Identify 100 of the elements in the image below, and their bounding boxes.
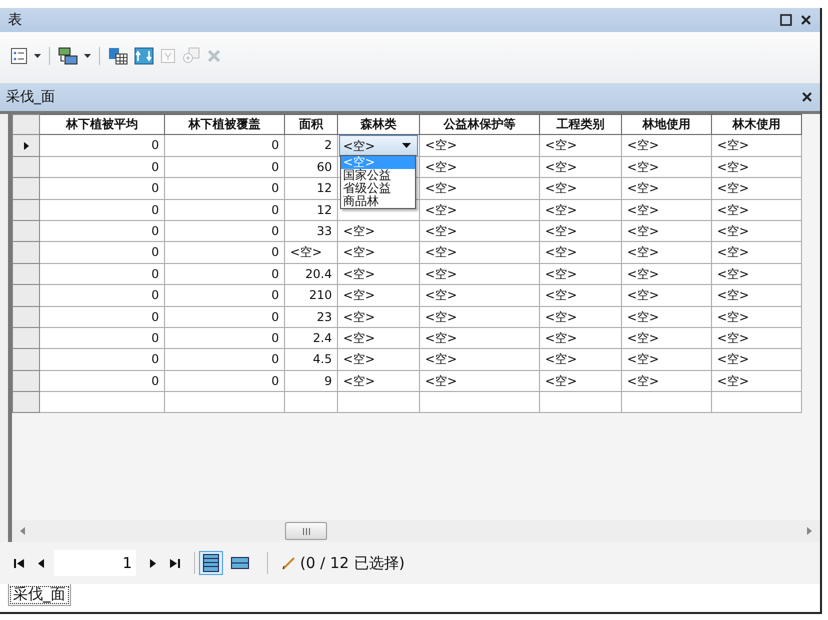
table-cell: <空> <box>420 264 540 286</box>
table-cell: 0 <box>165 178 285 200</box>
caret-icon <box>402 143 411 148</box>
table-cell: <空> <box>540 220 622 242</box>
row-header[interactable] <box>12 135 40 157</box>
table-cell: <空> <box>622 285 712 307</box>
table-cell: <空> <box>420 328 540 350</box>
column-header[interactable]: 公益林保护等 <box>420 114 540 136</box>
table-cell: <空> <box>420 156 540 178</box>
table-cell: 0 <box>40 242 165 264</box>
table-cell: <空> <box>540 156 622 178</box>
table-cell: 0 <box>40 328 165 350</box>
column-header[interactable]: 林下植被覆盖 <box>165 114 285 136</box>
table-cell: 0 <box>40 220 165 242</box>
table-cell: <空> <box>420 178 540 200</box>
table-cell: <空> <box>622 306 712 328</box>
table-cell: 0 <box>165 156 285 178</box>
table-cell: <空> <box>338 220 420 242</box>
table-cell: <空> <box>622 370 712 392</box>
table-cell: 12 <box>285 178 338 200</box>
table-cell: 0 <box>40 370 165 392</box>
table-cell: <空> <box>540 178 622 200</box>
table-cell: 0 <box>40 200 165 221</box>
table-cell: <空> <box>338 242 420 264</box>
table-cell: <空> <box>712 306 802 328</box>
selection-status: (0 / 12 已选择) <box>300 554 405 572</box>
table-cell: <空> <box>338 328 420 350</box>
dropdown-option[interactable]: 国家公益 <box>341 169 415 182</box>
related-tables-icon[interactable] <box>58 47 78 65</box>
dropdown[interactable]: <空> <box>339 135 418 156</box>
table-cell: <空> <box>540 370 622 392</box>
column-header[interactable]: 林木使用 <box>712 114 802 136</box>
column-header[interactable]: 工程类别 <box>540 114 622 136</box>
table-cell: <空> <box>540 264 622 286</box>
table-cell: <空> <box>712 135 802 157</box>
table-cell: 0 <box>40 156 165 178</box>
record-field[interactable]: 1 <box>54 550 136 576</box>
table-cell: <空> <box>712 178 802 200</box>
caret-icon[interactable] <box>84 54 91 58</box>
table-cell: 4.5 <box>285 349 338 371</box>
table-cell: <空> <box>712 242 802 264</box>
table-options-icon[interactable] <box>10 47 28 65</box>
table-cell: 12 <box>285 200 338 221</box>
current-row-icon <box>24 142 28 150</box>
next-record-icon[interactable] <box>150 558 156 568</box>
table-cell: 23 <box>285 306 338 328</box>
table-cell: <空> <box>540 200 622 221</box>
table-cell: <空> <box>420 306 540 328</box>
table-cell: <空> <box>420 285 540 307</box>
dropdown-option[interactable]: 省级公益 <box>341 182 415 196</box>
table-cell: <空> <box>712 220 802 242</box>
show-all-records-button[interactable] <box>199 551 223 575</box>
table-cell: 0 <box>165 306 285 328</box>
maximize-icon[interactable] <box>780 14 792 26</box>
scrollbar-thumb[interactable] <box>285 522 327 540</box>
table-cell: <空> <box>622 178 712 200</box>
close-icon[interactable] <box>800 14 812 26</box>
table-cell: 0 <box>165 242 285 264</box>
table-cell: 0 <box>40 306 165 328</box>
close-icon[interactable] <box>802 92 812 102</box>
column-header[interactable]: 林地使用 <box>622 114 712 136</box>
table-cell: <空> <box>540 242 622 264</box>
table-cell: <空> <box>622 264 712 286</box>
table-cell: <空> <box>338 306 420 328</box>
column-header[interactable]: 林下植被平均 <box>40 114 165 136</box>
table-cell: <空> <box>540 328 622 350</box>
table-cell: <空> <box>712 200 802 221</box>
table-cell: 0 <box>40 178 165 200</box>
column-header[interactable]: 面积 <box>285 114 338 136</box>
window-title: 表 <box>8 11 22 29</box>
caret-icon[interactable] <box>34 54 41 58</box>
select-by-attributes-icon[interactable] <box>108 47 128 65</box>
table-cell: <空> <box>420 220 540 242</box>
table-cell: <空> <box>540 306 622 328</box>
table-tab[interactable]: 采伐_面 <box>8 584 70 606</box>
dropdown-option[interactable]: 商品林 <box>341 195 415 208</box>
scroll-left-icon[interactable] <box>20 527 25 535</box>
table-cell: <空> <box>420 135 540 157</box>
column-header[interactable]: 森林类 <box>338 114 420 136</box>
table-cell: <空> <box>712 328 802 350</box>
previous-record-icon[interactable] <box>38 558 44 568</box>
table-cell: 0 <box>165 370 285 392</box>
table-cell: 0 <box>40 285 165 307</box>
table-cell: 0 <box>165 285 285 307</box>
table-cell: <空> <box>622 242 712 264</box>
table-cell: <空> <box>622 220 712 242</box>
table-cell <box>285 392 338 414</box>
table-cell: <空> <box>420 349 540 371</box>
table-cell: <空> <box>338 349 420 371</box>
table-cell: 0 <box>40 264 165 286</box>
last-record-icon[interactable] <box>170 558 180 568</box>
table-cell: <空> <box>540 349 622 371</box>
table-cell: <空> <box>622 200 712 221</box>
switch-selection-icon[interactable] <box>134 47 154 65</box>
table-cell: 2 <box>285 135 338 157</box>
scroll-right-icon[interactable] <box>807 527 812 535</box>
table-cell: 0 <box>165 328 285 350</box>
first-record-icon[interactable] <box>14 558 24 568</box>
table-cell: 210 <box>285 285 338 307</box>
table-cell: <空> <box>712 349 802 371</box>
